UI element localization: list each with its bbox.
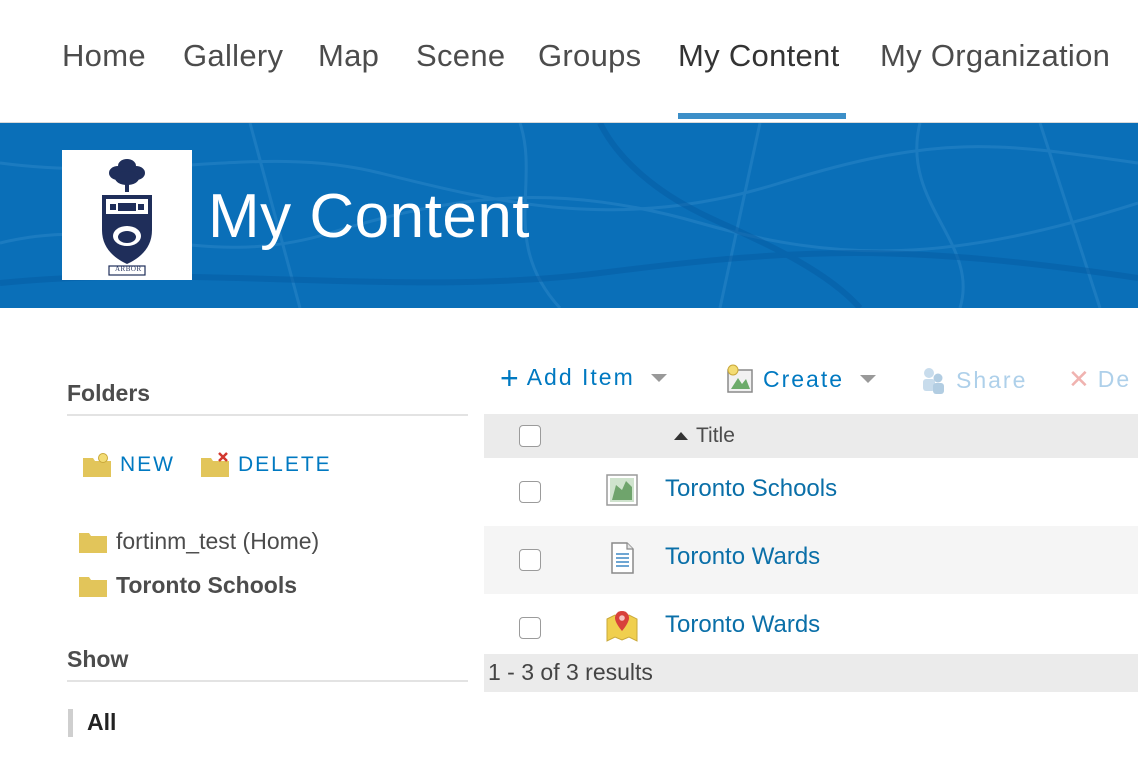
results-count: 1 - 3 of 3 results [488, 659, 653, 685]
university-logo[interactable]: ARBOR [62, 150, 192, 280]
share-button[interactable]: Share [918, 364, 1027, 396]
share-icon [923, 368, 944, 394]
active-tab-indicator [678, 113, 846, 119]
chevron-down-icon [650, 373, 667, 382]
show-heading: Show [67, 646, 129, 672]
table-header: Title [484, 414, 1138, 458]
folder-label: Toronto Schools [116, 572, 298, 598]
folder-icon [79, 532, 107, 553]
table-row: Toronto Schools [484, 458, 1138, 526]
table-row: Toronto Wards [484, 594, 1138, 662]
share-label: Share [956, 366, 1028, 393]
delete-button[interactable]: ✕ De [1068, 364, 1131, 395]
show-filter-all[interactable]: All [68, 709, 116, 737]
delete-folder-icon [201, 452, 229, 477]
title-column-header[interactable]: Title [674, 424, 735, 448]
folders-heading: Folders [67, 380, 151, 406]
folder-label: fortinm_test (Home) [116, 528, 320, 554]
nav-groups[interactable]: Groups [538, 38, 641, 74]
folder-item-home[interactable]: fortinm_test (Home) [78, 528, 319, 555]
item-title-link[interactable]: Toronto Wards [665, 543, 820, 571]
add-item-label: Add Item [526, 364, 635, 390]
top-navigation: Home Gallery Map Scene Groups My Content… [0, 0, 1138, 123]
folder-item-toronto-schools[interactable]: Toronto Schools [78, 572, 297, 599]
page-title: My Content [208, 182, 531, 251]
row-checkbox[interactable] [519, 481, 541, 503]
web-map-icon [606, 474, 638, 506]
create-label: Create [763, 365, 845, 392]
create-button[interactable]: Create [725, 364, 877, 394]
add-item-button[interactable]: + Add Item [500, 359, 667, 396]
delete-label: De [1097, 366, 1132, 392]
nav-my-organization[interactable]: My Organization [880, 38, 1110, 74]
table-row: Toronto Wards [484, 526, 1138, 594]
item-title-link[interactable]: Toronto Wards [665, 611, 820, 639]
nav-my-content[interactable]: My Content [678, 38, 840, 74]
select-all-checkbox[interactable] [519, 425, 541, 447]
university-crest-logo [102, 159, 152, 276]
folders-divider [67, 414, 468, 416]
chevron-down-icon [860, 375, 877, 383]
logo-scroll-text: ARBOR [115, 265, 142, 273]
show-filter-next-clipped [86, 752, 116, 760]
nav-map[interactable]: Map [318, 38, 379, 74]
item-title-link[interactable]: Toronto Schools [665, 475, 837, 503]
close-icon: ✕ [1068, 364, 1090, 394]
show-divider [67, 680, 468, 682]
create-icon [727, 364, 753, 393]
sort-ascending-icon [674, 432, 688, 440]
nav-home[interactable]: Home [62, 38, 146, 74]
row-checkbox[interactable] [519, 617, 541, 639]
folder-icon [79, 576, 107, 597]
delete-folder-button[interactable]: DELETE [200, 452, 332, 478]
feature-layer-icon [606, 611, 638, 642]
new-folder-icon [83, 453, 111, 477]
new-folder-button[interactable]: NEW [82, 452, 175, 478]
title-header-label: Title [696, 424, 735, 447]
plus-icon: + [500, 359, 519, 396]
nav-scene[interactable]: Scene [416, 38, 505, 74]
new-folder-label: NEW [120, 453, 175, 476]
document-icon [611, 542, 634, 574]
page-banner: ARBOR My Content [0, 123, 1138, 308]
table-footer: 1 - 3 of 3 results [484, 654, 1138, 692]
nav-gallery[interactable]: Gallery [183, 38, 283, 74]
row-checkbox[interactable] [519, 549, 541, 571]
delete-folder-label: DELETE [238, 453, 332, 476]
